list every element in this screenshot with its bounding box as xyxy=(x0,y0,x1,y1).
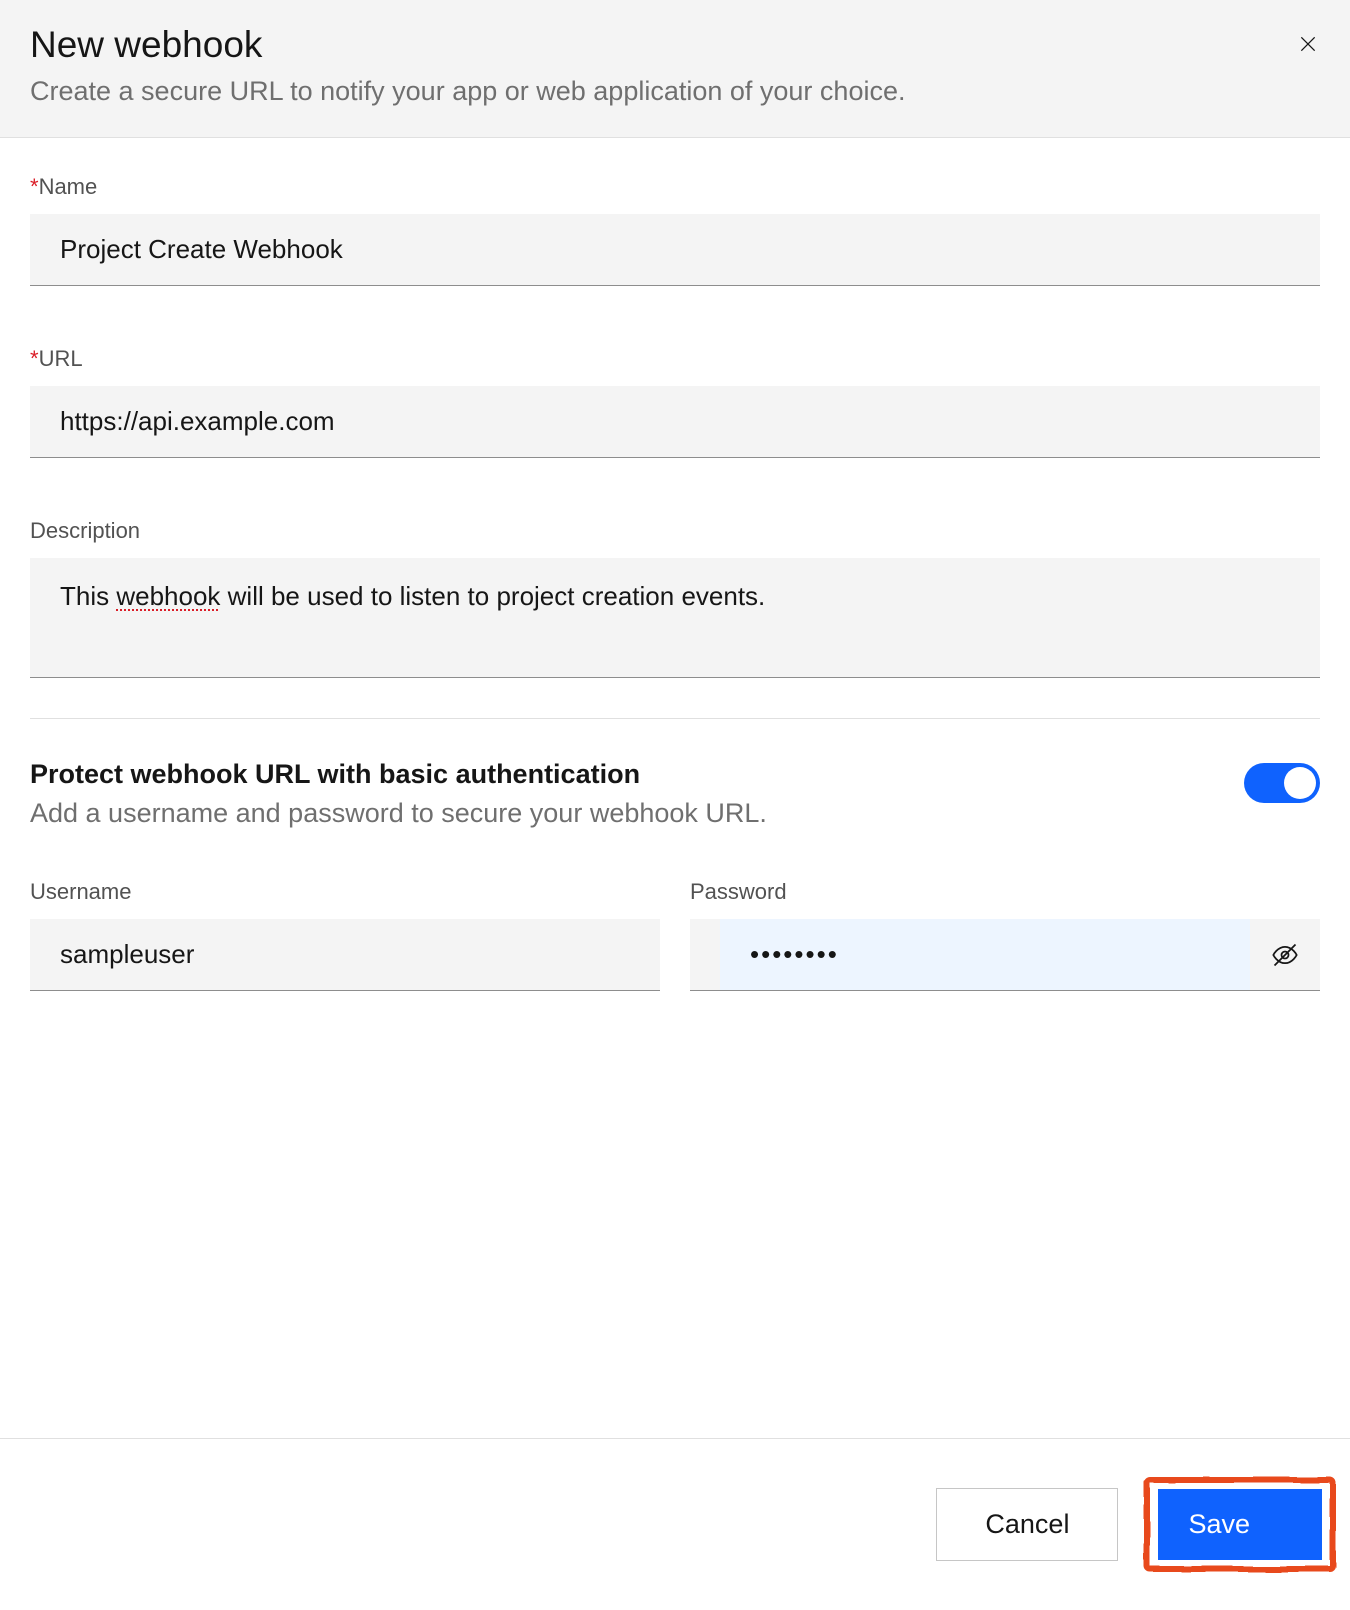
save-button[interactable]: Save xyxy=(1158,1489,1322,1560)
cancel-button[interactable]: Cancel xyxy=(936,1488,1118,1561)
save-highlight-annotation: Save xyxy=(1150,1481,1330,1568)
auth-toggle[interactable] xyxy=(1244,763,1320,803)
username-label: Username xyxy=(30,879,660,905)
password-group: Password xyxy=(690,879,1320,991)
url-label: URL xyxy=(30,346,1320,372)
password-input[interactable] xyxy=(720,919,1250,990)
name-label: Name xyxy=(30,174,1320,200)
section-divider xyxy=(30,718,1320,719)
name-group: Name xyxy=(30,174,1320,286)
credentials-row: Username Password xyxy=(30,879,1320,991)
auth-text: Protect webhook URL with basic authentic… xyxy=(30,759,767,829)
auth-subtitle: Add a username and password to secure yo… xyxy=(30,798,767,829)
dialog-subtitle: Create a secure URL to notify your app o… xyxy=(30,76,1320,107)
url-input[interactable] xyxy=(30,386,1320,458)
description-group: Description This webhook will be used to… xyxy=(30,518,1320,678)
password-label: Password xyxy=(690,879,1320,905)
form-body: Name URL Description This webhook will b… xyxy=(0,138,1350,1021)
description-input[interactable]: This webhook will be used to listen to p… xyxy=(30,558,1320,678)
dialog-footer: Cancel Save xyxy=(0,1438,1350,1610)
close-button[interactable] xyxy=(1294,30,1322,58)
description-label: Description xyxy=(30,518,1320,544)
auth-section: Protect webhook URL with basic authentic… xyxy=(30,759,1320,829)
eye-off-icon xyxy=(1271,941,1299,969)
dialog-header: New webhook Create a secure URL to notif… xyxy=(0,0,1350,138)
name-input[interactable] xyxy=(30,214,1320,286)
auth-title: Protect webhook URL with basic authentic… xyxy=(30,759,767,790)
password-visibility-button[interactable] xyxy=(1250,919,1320,990)
dialog-title: New webhook xyxy=(30,24,1320,66)
close-icon xyxy=(1298,34,1318,54)
username-input[interactable] xyxy=(30,919,660,991)
toggle-knob xyxy=(1284,767,1316,799)
username-group: Username xyxy=(30,879,660,991)
password-wrapper xyxy=(690,919,1320,991)
url-group: URL xyxy=(30,346,1320,458)
